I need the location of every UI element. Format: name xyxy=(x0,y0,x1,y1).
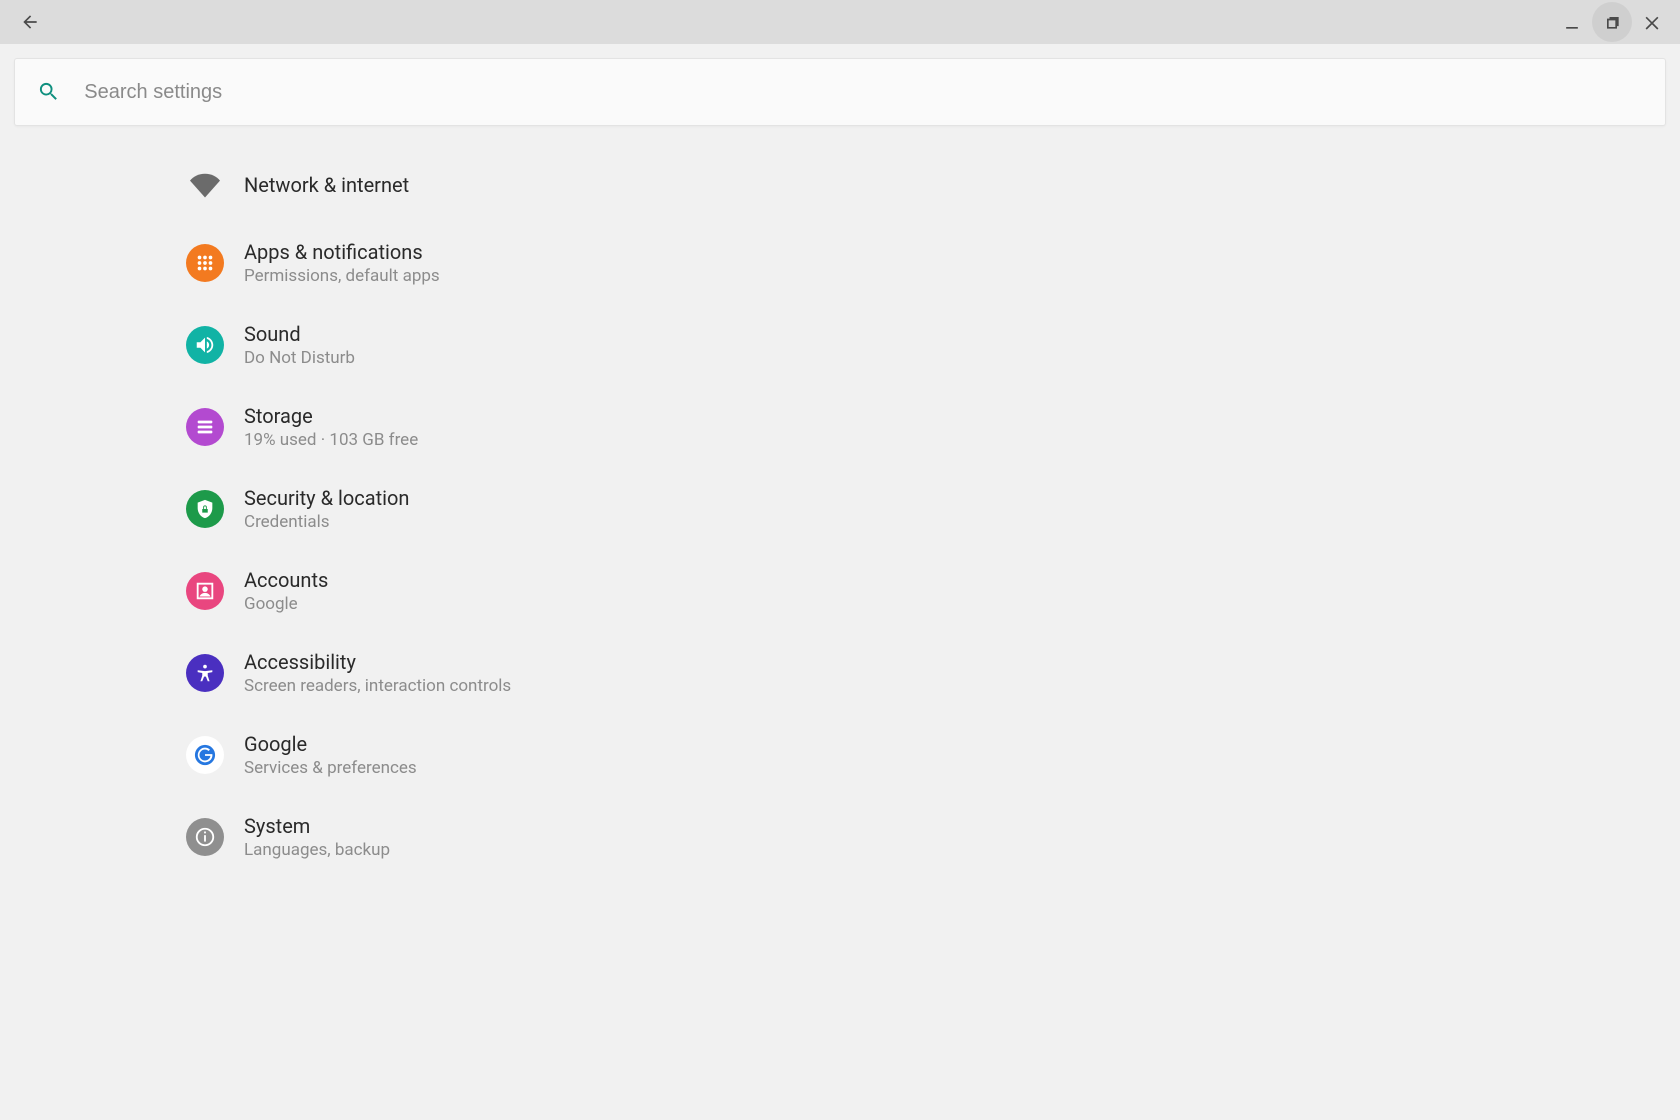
settings-item-storage[interactable]: Storage 19% used · 103 GB free xyxy=(0,386,1680,468)
settings-item-subtitle: Languages, backup xyxy=(244,840,390,860)
arrow-left-icon xyxy=(20,12,40,32)
settings-item-title: Sound xyxy=(244,322,355,346)
settings-item-apps[interactable]: Apps & notifications Permissions, defaul… xyxy=(0,222,1680,304)
titlebar xyxy=(0,0,1680,44)
settings-item-title: Security & location xyxy=(244,486,409,510)
settings-item-security[interactable]: Security & location Credentials xyxy=(0,468,1680,550)
storage-icon xyxy=(186,408,224,446)
search-input[interactable] xyxy=(84,81,1643,104)
settings-item-system[interactable]: System Languages, backup xyxy=(0,796,1680,878)
minimize-button[interactable] xyxy=(1552,2,1592,42)
settings-item-network[interactable]: Network & internet xyxy=(0,148,1680,222)
settings-item-subtitle: Services & preferences xyxy=(244,758,417,778)
settings-item-accounts[interactable]: Accounts Google xyxy=(0,550,1680,632)
settings-item-title: Accessibility xyxy=(244,650,511,674)
settings-item-subtitle: Credentials xyxy=(244,512,409,532)
close-button[interactable] xyxy=(1632,2,1672,42)
sound-icon xyxy=(186,326,224,364)
accessibility-icon xyxy=(186,654,224,692)
back-button[interactable] xyxy=(10,2,50,42)
shield-lock-icon xyxy=(186,490,224,528)
search-bar[interactable] xyxy=(14,58,1666,126)
settings-item-google[interactable]: Google Services & preferences xyxy=(0,714,1680,796)
info-icon xyxy=(186,818,224,856)
settings-item-accessibility[interactable]: Accessibility Screen readers, interactio… xyxy=(0,632,1680,714)
settings-item-subtitle: Do Not Disturb xyxy=(244,348,355,368)
search-container xyxy=(0,44,1680,140)
settings-item-title: Accounts xyxy=(244,568,328,592)
google-icon xyxy=(186,736,224,774)
settings-item-subtitle: Screen readers, interaction controls xyxy=(244,676,511,696)
settings-list: Network & internet Apps & notifications … xyxy=(0,140,1680,878)
settings-item-sound[interactable]: Sound Do Not Disturb xyxy=(0,304,1680,386)
settings-item-title: Google xyxy=(244,732,417,756)
settings-item-subtitle: Google xyxy=(244,594,328,614)
settings-item-title: Storage xyxy=(244,404,418,428)
settings-item-subtitle: 19% used · 103 GB free xyxy=(244,430,418,450)
minimize-icon xyxy=(1562,12,1582,32)
close-icon xyxy=(1642,12,1662,32)
settings-item-title: Network & internet xyxy=(244,173,409,197)
settings-item-subtitle: Permissions, default apps xyxy=(244,266,440,286)
restore-button[interactable] xyxy=(1592,2,1632,42)
apps-icon xyxy=(186,244,224,282)
settings-item-title: Apps & notifications xyxy=(244,240,440,264)
wifi-icon xyxy=(186,166,224,204)
account-icon xyxy=(186,572,224,610)
settings-item-title: System xyxy=(244,814,390,838)
search-icon xyxy=(37,80,60,104)
restore-icon xyxy=(1602,12,1622,32)
